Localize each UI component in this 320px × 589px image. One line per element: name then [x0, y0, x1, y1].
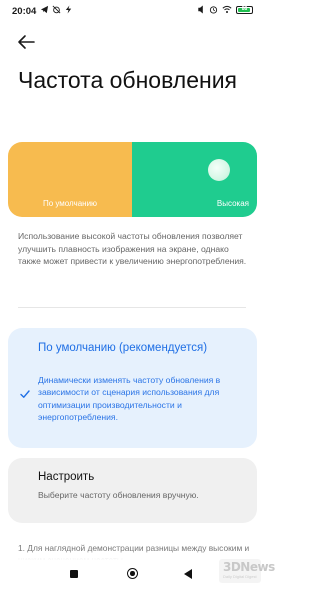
- status-bar: 20:04 88: [0, 0, 265, 22]
- preview-default-label: По умолчанию: [42, 199, 98, 208]
- option-custom-card[interactable]: Настроить Выберите частоту обновления вр…: [8, 458, 257, 523]
- recent-apps-button[interactable]: [70, 570, 78, 578]
- status-right-icons: 88: [197, 5, 253, 14]
- option-default-description: Динамически изменять частоту обновления …: [38, 375, 221, 423]
- back-arrow-icon[interactable]: [14, 30, 38, 54]
- page-title: Частота обновления: [18, 67, 238, 93]
- preview-default-panel: По умолчанию: [8, 142, 132, 217]
- muted-alarm-icon: [52, 5, 61, 14]
- status-time: 20:04: [12, 6, 37, 17]
- flash-icon: [66, 5, 72, 14]
- mute-icon: [198, 5, 203, 14]
- home-dot: [130, 571, 135, 576]
- watermark-title: 3DNews: [223, 560, 275, 574]
- battery-level: 88: [241, 5, 248, 12]
- option-custom-description: Выберите частоту обновления вручную.: [38, 490, 199, 500]
- telegram-icon: [40, 5, 49, 14]
- status-left-icons: [40, 5, 73, 16]
- option-custom-title: Настроить: [38, 471, 95, 483]
- refresh-rate-preview: По умолчанию Высокая: [8, 142, 257, 217]
- nav-back-button[interactable]: [184, 569, 192, 579]
- alarm-icon: [209, 6, 218, 14]
- battery-icon: 88: [236, 5, 253, 14]
- watermark-subtitle: Daily Digital Digest: [223, 574, 257, 579]
- description-text: Использование высокой частоты обновления…: [18, 231, 247, 267]
- option-default-title: По умолчанию (рекомендуется): [38, 342, 208, 354]
- wifi-icon: [222, 5, 232, 14]
- divider: [18, 307, 246, 308]
- preview-high-label: Высокая: [216, 199, 249, 208]
- check-icon: [20, 390, 30, 398]
- option-default-card[interactable]: По умолчанию (рекомендуется) Динамически…: [8, 328, 257, 448]
- watermark-logo: 3DNews Daily Digital Digest: [219, 559, 275, 583]
- preview-ball: [208, 159, 230, 181]
- home-button[interactable]: [127, 568, 138, 579]
- preview-high-panel: Высокая: [132, 142, 257, 217]
